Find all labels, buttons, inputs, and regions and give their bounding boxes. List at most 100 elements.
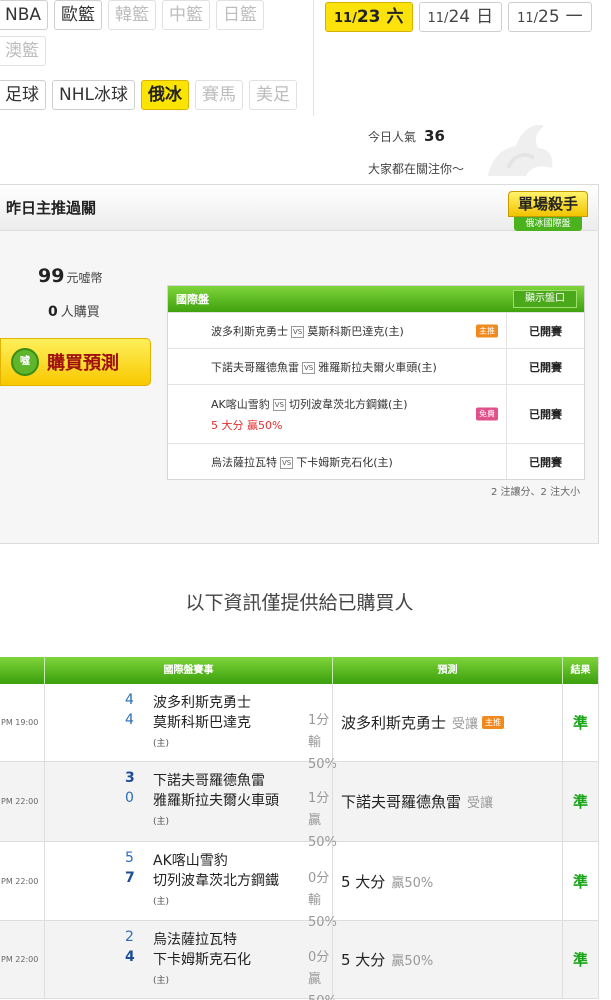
prediction-detail: 受讓	[452, 717, 479, 732]
league-tab[interactable]: 歐籃	[54, 0, 103, 30]
pick-row: 下諾夫哥羅德魚雷 VS 雅羅斯拉夫爾火車頭(主) 已開賽	[168, 348, 584, 384]
prediction-pick: 5 大分	[341, 872, 386, 891]
price: 99 元噓幣	[38, 265, 102, 287]
prediction: 5 大分 贏50%	[333, 842, 563, 920]
pick-tag-badge: 主推	[476, 324, 498, 337]
away-team: 下諾夫哥羅德魚雷	[153, 773, 265, 789]
pick-teams: AK喀山雪豹 VS 切列波韋茨北方鋼鐵(主)	[211, 396, 506, 412]
away-team: AK喀山雪豹	[153, 853, 228, 869]
home-tag: (主)	[153, 817, 170, 827]
away-score: 2	[125, 929, 134, 945]
league-tab[interactable]: 賽馬	[194, 80, 243, 110]
result-status: 準	[572, 872, 588, 891]
date-weekday: 一	[565, 7, 583, 27]
home-score: 0	[125, 790, 134, 806]
home-team-name: 莫斯科斯巴達克	[153, 715, 251, 731]
home-team: 雅羅斯拉夫爾火車頭(主)	[318, 360, 437, 374]
away-score: 4	[125, 692, 134, 708]
buyers-only-notice: 以下資訊僅提供給已購買人	[185, 592, 414, 614]
league-tab[interactable]: NBA	[0, 0, 49, 30]
home-team: 莫斯科斯巴達克(主)	[307, 324, 404, 338]
badge-subtitle: 俄冰國際盤	[514, 217, 582, 231]
league-tab[interactable]: 美足	[248, 80, 297, 110]
pick-teams: 波多利斯克勇士 VS 莫斯科斯巴達克(主)	[211, 323, 506, 339]
home-score: 7	[125, 870, 135, 886]
date-tab[interactable]: 11/24 日	[418, 2, 503, 32]
pick-matchup: 下諾夫哥羅德魚雷 VS 雅羅斯拉夫爾火車頭(主)	[168, 359, 506, 375]
handicap: 0分贏50%	[308, 947, 337, 1000]
buy-prediction-button[interactable]: 噓 購買預測	[0, 338, 151, 386]
date-selector: 11/23 六 11/24 日 11/25 一	[325, 2, 592, 32]
league-tab[interactable]: NHL冰球	[52, 80, 135, 110]
date-day: 25	[538, 7, 560, 27]
buyer-count: 0 人購買	[48, 301, 100, 320]
game-cell: 5 7 AK喀山雪豹 切列波韋茨北方鋼鐵 (主) 0分輸 50%	[45, 842, 337, 930]
pick-teams: 下諾夫哥羅德魚雷 VS 雅羅斯拉夫爾火車頭(主)	[211, 359, 506, 375]
league-tab[interactable]: 日籃	[216, 0, 265, 30]
game-cell: 4 4 波多利斯克勇士 莫斯科斯巴達克 (主) 1分輸 50%	[45, 684, 337, 772]
pick-table: 國際盤 顯示盤口 波多利斯克勇士 VS 莫斯科斯巴達克(主) 主推 已開賽 下諾夫哥羅德魚…	[167, 285, 585, 480]
date-month: 11/	[517, 11, 538, 26]
result-status: 準	[572, 951, 588, 969]
top-nav: NBA 歐籃 韓籃 中籃 日籃 澳籃 足球 NHL冰球 俄冰 賽馬 美足 11/23 六 11/24…	[0, 0, 611, 184]
pick-table-title: 國際盤	[176, 293, 209, 306]
result-row: PM 19:00 4 4 波多利斯克勇士 莫斯科斯巴達克 (主) 1分輸 50% 波多利斯克勇士…	[0, 684, 598, 772]
home-team: 莫斯科斯巴達克(主)	[153, 712, 251, 749]
pick-matchup: AK喀山雪豹 VS 切列波韋茨北方鋼鐵(主) 5 大分 贏50% 免費	[168, 396, 506, 433]
date-weekday: 六	[386, 7, 404, 27]
game-cell: 3 0 下諾夫哥羅德魚雷 雅羅斯拉夫爾火車頭 (主) 1分贏 50%	[45, 762, 337, 850]
away-team: 烏法薩拉瓦特	[211, 455, 277, 469]
date-tab[interactable]: 11/25 一	[508, 2, 592, 32]
pick-row: AK喀山雪豹 VS 切列波韋茨北方鋼鐵(主) 5 大分 贏50% 免費 已開賽	[168, 384, 584, 443]
result-status: 準	[572, 793, 588, 811]
away-team: 波多利斯克勇士	[153, 695, 251, 711]
league-row-3: 足球 NHL冰球 俄冰 賽馬 美足	[0, 80, 297, 110]
game-time: PM 22:00	[0, 921, 45, 998]
coin-icon: 噓	[11, 348, 39, 376]
prediction-pick: 波多利斯克勇士	[341, 714, 447, 732]
pick-teams: 烏法薩拉瓦特 VS 下卡姆斯克石化(主)	[211, 454, 506, 470]
pick-status: 已開賽	[506, 385, 584, 443]
prediction-tag-badge: 主推	[482, 716, 505, 729]
vs-icon: VS	[272, 398, 286, 411]
pick-summary: 2 注讓分、2 注大小	[491, 487, 581, 498]
pick-row: 波多利斯克勇士 VS 莫斯科斯巴達克(主) 主推 已開賽	[168, 312, 584, 348]
handicap-result: 1分輸	[308, 713, 330, 750]
date-month: 11/	[427, 11, 449, 26]
buyer-count-unit: 人購買	[60, 305, 100, 320]
mascot-watermark-icon	[488, 124, 553, 176]
home-team: 切列波韋茨北方鋼鐵(主)	[288, 397, 408, 411]
pick-row: 烏法薩拉瓦特 VS 下卡姆斯克石化(主) 已開賽	[168, 443, 584, 479]
game-time: PM 22:00	[0, 842, 45, 920]
show-odds-button[interactable]: 顯示盤口	[513, 290, 577, 308]
league-tab[interactable]: 韓籃	[108, 0, 157, 30]
header-prediction: 預測	[333, 657, 563, 684]
pick-table-header: 國際盤 顯示盤口	[168, 286, 584, 312]
prediction-pick: 下諾夫哥羅德魚雷	[341, 793, 462, 811]
vs-icon: VS	[280, 456, 294, 469]
pick-detail: 5 大分 贏50%	[211, 418, 283, 432]
buyer-count-value: 0	[48, 304, 58, 320]
date-tab[interactable]: 11/23 六	[325, 2, 413, 32]
date-month: 11/	[334, 11, 357, 26]
pick-status: 已開賽	[506, 349, 584, 384]
league-tab[interactable]: 俄冰	[140, 80, 189, 110]
league-tab[interactable]: 中籃	[162, 0, 211, 30]
date-day: 23	[356, 7, 381, 27]
league-tab[interactable]: 足球	[0, 80, 46, 110]
result-table-header: 國際盤賽事 預測 結果	[0, 657, 598, 684]
popularity-sub: 大家都在關注你～	[368, 162, 465, 176]
league-tab[interactable]: 澳籃	[0, 36, 46, 66]
nav-divider	[313, 0, 314, 116]
result-row: PM 22:00 5 7 AK喀山雪豹 切列波韋茨北方鋼鐵 (主) 0分輸 50% 5 大分 贏5…	[0, 842, 598, 930]
price-unit: 元噓幣	[66, 271, 103, 285]
date-weekday: 日	[476, 7, 494, 27]
pick-rows: 波多利斯克勇士 VS 莫斯科斯巴達克(主) 主推 已開賽 下諾夫哥羅德魚雷 VS 雅羅斯拉夫爾…	[168, 312, 584, 479]
result-row: PM 22:0024烏法薩拉瓦特下卡姆斯克石化(主)0分贏50%5 大分贏50%…	[0, 921, 598, 1000]
away-score: 5	[125, 850, 134, 866]
popularity-value: 36	[424, 127, 445, 145]
pick-tag-badge: 免費	[476, 407, 498, 421]
prediction-detail: 受讓	[467, 796, 494, 811]
game-time: PM 22:00	[0, 762, 45, 841]
pick-matchup: 烏法薩拉瓦特 VS 下卡姆斯克石化(主)	[168, 454, 506, 470]
